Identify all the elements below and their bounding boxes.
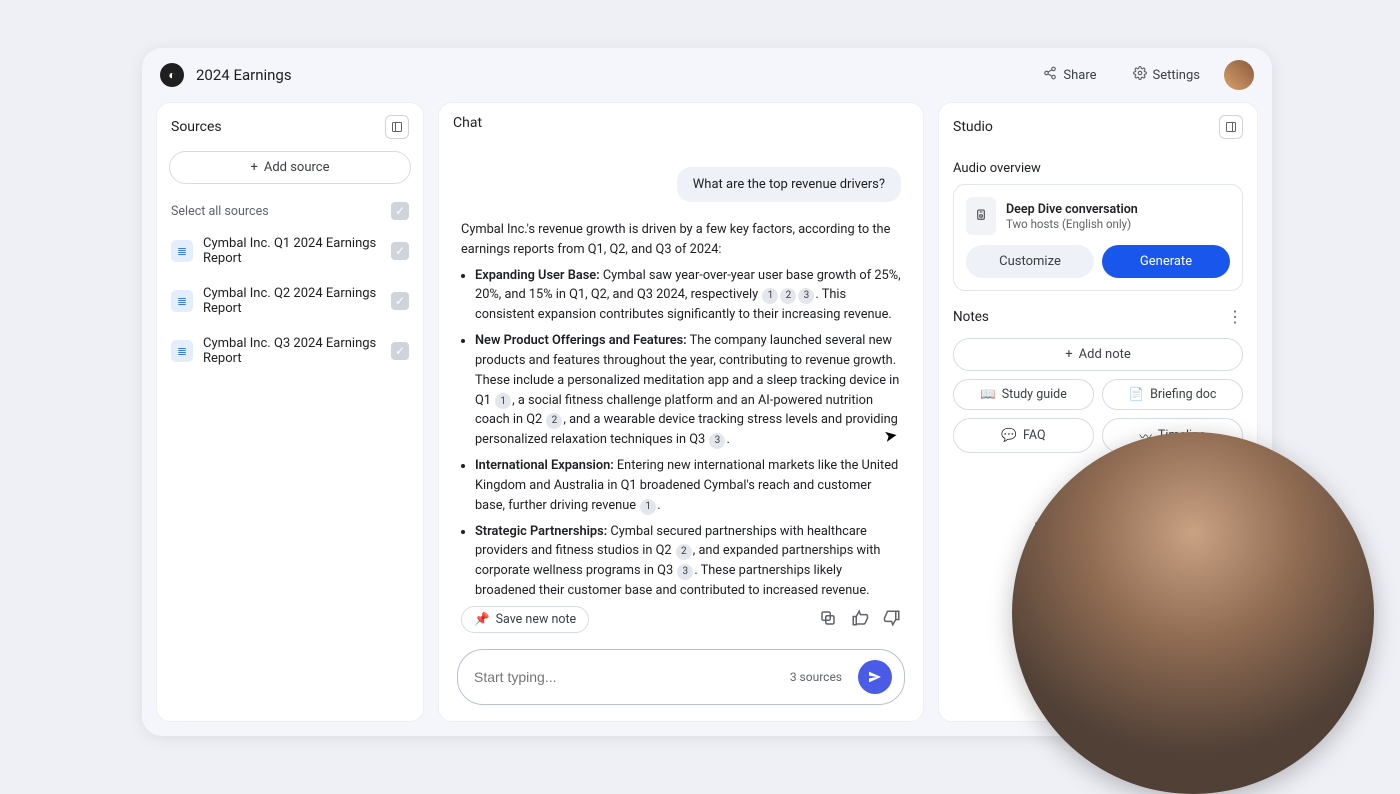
source-checkbox[interactable]: ✓	[391, 292, 409, 310]
add-note-label: Add note	[1079, 347, 1131, 362]
answer-bullet: Expanding User Base: Cymbal saw year-ove…	[475, 266, 901, 325]
source-item[interactable]: ≣ Cymbal Inc. Q1 2024 Earnings Report ✓	[157, 226, 423, 276]
study-guide-button[interactable]: 📖 Study guide	[953, 379, 1094, 410]
plus-icon: +	[250, 160, 257, 175]
save-note-label: Save new note	[496, 612, 577, 627]
settings-label: Settings	[1153, 68, 1200, 83]
answer-intro: Cymbal Inc.'s revenue growth is driven b…	[461, 220, 901, 260]
document-icon: ≣	[171, 340, 193, 362]
assistant-answer: Cymbal Inc.'s revenue growth is driven b…	[461, 220, 901, 596]
copy-icon[interactable]	[819, 609, 837, 631]
briefing-doc-icon: 📄	[1129, 387, 1145, 402]
source-label: Cymbal Inc. Q3 2024 Earnings Report	[203, 336, 381, 366]
notes-title: Notes	[953, 309, 989, 325]
select-all-row: Select all sources ✓	[157, 196, 423, 226]
select-all-label: Select all sources	[171, 204, 269, 219]
chat-panel: Chat What are the top revenue drivers? C…	[438, 102, 924, 722]
customize-button[interactable]: Customize	[966, 245, 1094, 278]
source-label: Cymbal Inc. Q2 2024 Earnings Report	[203, 286, 381, 316]
audio-overview-card: Deep Dive conversation Two hosts (Englis…	[953, 184, 1243, 291]
thumbs-up-icon[interactable]	[851, 609, 869, 631]
citation-badge[interactable]: 3	[709, 433, 725, 449]
settings-button[interactable]: Settings	[1121, 60, 1212, 90]
app-logo-icon: ◐	[160, 63, 184, 87]
citation-badge[interactable]: 2	[676, 544, 692, 560]
add-source-label: Add source	[264, 160, 330, 175]
collapse-sources-icon[interactable]	[385, 115, 409, 139]
topbar: ◐ 2024 Earnings Share Settings	[142, 48, 1272, 102]
citation-badge[interactable]: 2	[780, 288, 796, 304]
answer-actions: 📌 Save new note	[439, 596, 923, 643]
share-label: Share	[1063, 68, 1096, 83]
pin-icon: 📌	[474, 612, 490, 627]
answer-bullet: New Product Offerings and Features: The …	[475, 331, 901, 450]
share-button[interactable]: Share	[1031, 60, 1108, 90]
faq-button[interactable]: 💬 FAQ	[953, 418, 1094, 453]
study-guide-icon: 📖	[980, 387, 996, 402]
sources-count-label: 3 sources	[790, 670, 842, 684]
audio-card-title: Deep Dive conversation	[1006, 202, 1138, 217]
answer-bullet: International Expansion: Entering new in…	[475, 456, 901, 515]
chat-title: Chat	[453, 115, 482, 131]
save-note-button[interactable]: 📌 Save new note	[461, 606, 589, 633]
source-checkbox[interactable]: ✓	[391, 242, 409, 260]
faq-icon: 💬	[1001, 428, 1017, 443]
citation-badge[interactable]: 1	[762, 288, 778, 304]
citation-badge[interactable]: 1	[495, 393, 511, 409]
chat-input[interactable]	[474, 669, 780, 685]
chat-input-container: 3 sources	[457, 649, 905, 705]
notes-menu-icon[interactable]: ⋮	[1227, 307, 1243, 326]
citation-badge[interactable]: 3	[677, 564, 693, 580]
presenter-video-bubble	[1012, 432, 1374, 794]
answer-bullet: Strategic Partnerships: Cymbal secured p…	[475, 522, 901, 596]
sources-title: Sources	[171, 119, 222, 135]
user-message: What are the top revenue drivers?	[677, 167, 901, 202]
document-icon: ≣	[171, 290, 193, 312]
document-icon: ≣	[171, 240, 193, 262]
share-icon	[1043, 66, 1057, 84]
plus-icon: +	[1065, 347, 1072, 362]
source-checkbox[interactable]: ✓	[391, 342, 409, 360]
add-source-button[interactable]: + Add source	[169, 151, 411, 184]
citation-badge[interactable]: 2	[546, 413, 562, 429]
briefing-doc-button[interactable]: 📄 Briefing doc	[1102, 379, 1243, 410]
audio-icon	[966, 197, 996, 235]
send-button[interactable]	[858, 660, 892, 694]
notebook-title: 2024 Earnings	[196, 66, 292, 84]
thumbs-down-icon[interactable]	[883, 609, 901, 631]
add-note-button[interactable]: + Add note	[953, 338, 1243, 371]
source-item[interactable]: ≣ Cymbal Inc. Q3 2024 Earnings Report ✓	[157, 326, 423, 376]
studio-title: Studio	[953, 119, 993, 135]
collapse-studio-icon[interactable]	[1219, 115, 1243, 139]
source-item[interactable]: ≣ Cymbal Inc. Q2 2024 Earnings Report ✓	[157, 276, 423, 326]
user-avatar[interactable]	[1224, 60, 1254, 90]
audio-card-subtitle: Two hosts (English only)	[1006, 217, 1138, 231]
citation-badge[interactable]: 1	[640, 499, 656, 515]
citation-badge[interactable]: 3	[798, 288, 814, 304]
select-all-checkbox[interactable]: ✓	[391, 202, 409, 220]
source-label: Cymbal Inc. Q1 2024 Earnings Report	[203, 236, 381, 266]
sources-panel: Sources + Add source Select all sources …	[156, 102, 424, 722]
gear-icon	[1133, 66, 1147, 84]
generate-button[interactable]: Generate	[1102, 245, 1230, 278]
audio-overview-title: Audio overview	[953, 161, 1243, 176]
